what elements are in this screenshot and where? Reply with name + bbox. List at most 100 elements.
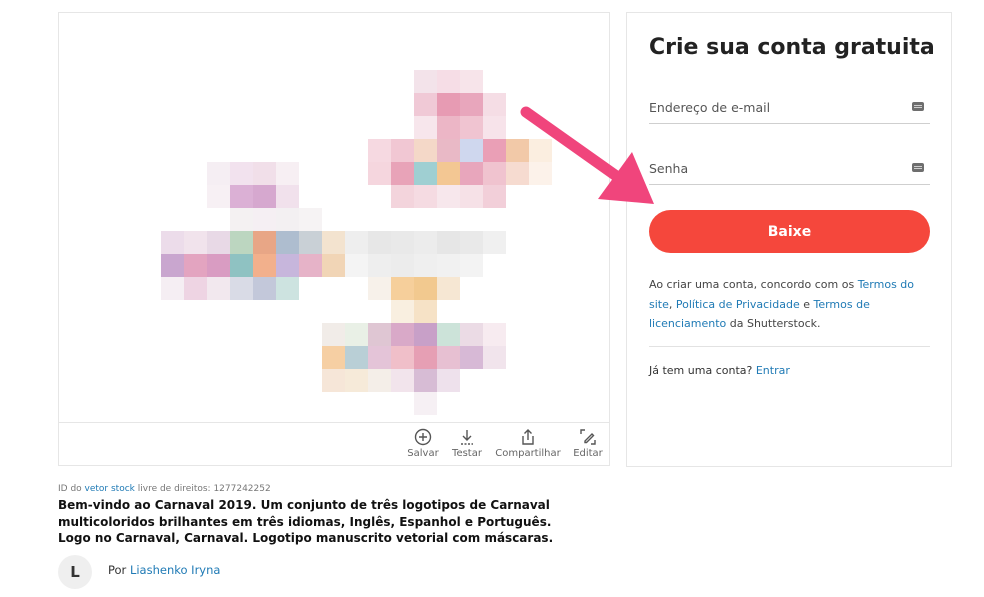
login-link[interactable]: Entrar (756, 364, 790, 377)
preview-pixel (276, 185, 299, 208)
preview-pixel (230, 162, 253, 185)
share-icon (522, 429, 534, 445)
preview-pixel (207, 231, 230, 254)
preview-pixel (253, 185, 276, 208)
privacy-policy-link[interactable]: Política de Privacidade (676, 298, 800, 311)
asset-id-number: livre de direitos: 1277242252 (134, 484, 271, 494)
author-credit: Por Liashenko Iryna (108, 563, 220, 577)
author-link[interactable]: Liashenko Iryna (130, 563, 221, 577)
have-account-text: Já tem uma conta? (649, 364, 756, 377)
preview-pixel (368, 346, 391, 369)
preview-pixel (414, 277, 437, 300)
preview-pixel (437, 346, 460, 369)
save-button[interactable]: Salvar (406, 428, 440, 459)
preview-pixel (437, 323, 460, 346)
preview-pixel (483, 162, 506, 185)
preview-pixel (253, 208, 276, 231)
password-input[interactable] (649, 154, 899, 182)
preview-pixel (276, 162, 299, 185)
preview-pixel (437, 369, 460, 392)
preview-pixel (460, 162, 483, 185)
preview-pixel (414, 323, 437, 346)
image-toolbar: Salvar Testar Compartilhar Editar (59, 422, 609, 467)
terms-prefix: Ao criar uma conta, concordo com os (649, 278, 858, 291)
preview-pixel (207, 254, 230, 277)
preview-pixel (184, 254, 207, 277)
preview-pixel (368, 254, 391, 277)
preview-pixel (345, 323, 368, 346)
preview-pixel (368, 369, 391, 392)
preview-pixel (483, 116, 506, 139)
preview-pixel (460, 346, 483, 369)
preview-pixel (368, 231, 391, 254)
preview-pixel (460, 139, 483, 162)
save-label: Salvar (407, 448, 439, 459)
email-input[interactable] (649, 93, 899, 121)
login-prompt: Já tem uma conta? Entrar (649, 364, 790, 377)
password-field (649, 154, 930, 185)
preview-pixel (253, 277, 276, 300)
share-button[interactable]: Compartilhar (495, 428, 561, 459)
download-button[interactable]: Baixe (649, 210, 930, 253)
preview-pixel (368, 162, 391, 185)
preview-pixel (161, 231, 184, 254)
preview-pixel (253, 231, 276, 254)
stock-vector-link[interactable]: vetor stock (85, 484, 135, 494)
preview-pixel (391, 185, 414, 208)
share-label: Compartilhar (495, 448, 561, 459)
preview-pixel (460, 231, 483, 254)
preview-pixel (391, 323, 414, 346)
preview-pixel (322, 346, 345, 369)
signup-title: Crie sua conta gratuita (649, 35, 935, 60)
preview-pixel (391, 277, 414, 300)
preview-pixel (437, 93, 460, 116)
author-prefix: Por (108, 563, 130, 577)
preview-pixel (322, 231, 345, 254)
pixelated-image-preview (59, 13, 609, 422)
keyboard-icon (912, 163, 924, 172)
preview-pixel (437, 185, 460, 208)
preview-pixel (529, 162, 552, 185)
preview-pixel (184, 231, 207, 254)
preview-pixel (460, 116, 483, 139)
preview-pixel (253, 254, 276, 277)
preview-pixel (437, 139, 460, 162)
author-avatar[interactable]: L (58, 555, 92, 589)
preview-pixel (391, 139, 414, 162)
test-button[interactable]: Testar (450, 428, 484, 459)
preview-pixel (391, 300, 414, 323)
preview-pixel (253, 162, 276, 185)
preview-pixel (345, 346, 368, 369)
preview-pixel (414, 346, 437, 369)
preview-pixel (391, 369, 414, 392)
preview-pixel (230, 231, 253, 254)
preview-pixel (414, 254, 437, 277)
preview-pixel (483, 231, 506, 254)
edit-label: Editar (573, 448, 603, 459)
preview-pixel (437, 231, 460, 254)
preview-pixel (322, 369, 345, 392)
preview-pixel (207, 277, 230, 300)
keyboard-icon (912, 102, 924, 111)
divider (649, 346, 930, 347)
preview-pixel (483, 93, 506, 116)
preview-pixel (299, 208, 322, 231)
preview-pixel (483, 323, 506, 346)
test-label: Testar (452, 448, 482, 459)
preview-pixel (391, 162, 414, 185)
preview-pixel (368, 323, 391, 346)
preview-pixel (483, 185, 506, 208)
preview-pixel (276, 208, 299, 231)
preview-pixel (414, 185, 437, 208)
preview-pixel (437, 162, 460, 185)
asset-id: ID do vetor stock livre de direitos: 127… (58, 484, 271, 494)
preview-pixel (414, 116, 437, 139)
email-field (649, 93, 930, 124)
preview-pixel (230, 277, 253, 300)
preview-pixel (437, 70, 460, 93)
preview-pixel (299, 231, 322, 254)
preview-pixel (345, 231, 368, 254)
preview-pixel (506, 139, 529, 162)
edit-button[interactable]: Editar (570, 428, 606, 459)
preview-pixel (391, 346, 414, 369)
